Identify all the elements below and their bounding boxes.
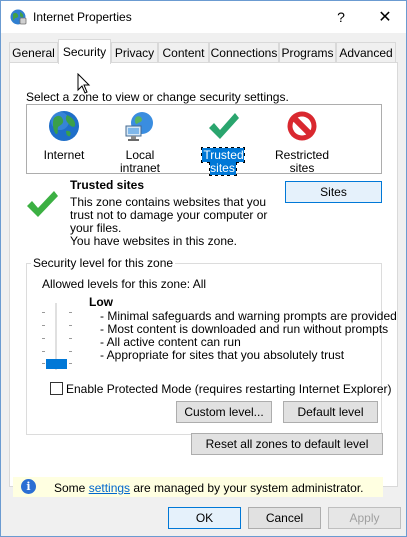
cancel-button[interactable]: Cancel: [248, 507, 321, 529]
zone-trusted-sites[interactable]: Trusted sites: [189, 109, 257, 176]
level-bullet-4: - Appropriate for sites that you absolut…: [100, 348, 345, 362]
zone-label-local-intranet: Local intranet: [119, 148, 161, 175]
zone-prompt: Select a zone to view or change security…: [26, 90, 289, 104]
info-text-before: Some: [54, 481, 89, 495]
tick: [69, 363, 72, 364]
window-title: Internet Properties: [33, 10, 132, 24]
globe-icon: [49, 111, 79, 141]
custom-level-button[interactable]: Custom level...: [176, 401, 272, 423]
zone-list: Internet Local intranet Trusted sites Re…: [26, 104, 382, 176]
security-level-name: Low: [89, 295, 113, 309]
tick: [69, 312, 72, 313]
tab-security[interactable]: Security: [58, 39, 111, 64]
tab-connections[interactable]: Connections: [209, 42, 279, 63]
default-level-button[interactable]: Default level: [283, 401, 378, 423]
zone-desc-line-4: You have websites in this zone.: [70, 234, 237, 248]
info-icon: i: [21, 479, 36, 494]
info-text-after: are managed by your system administrator…: [130, 481, 364, 495]
mouse-cursor-icon: [77, 73, 91, 94]
trusted-sites-large-check-icon: [27, 191, 58, 217]
sites-button[interactable]: Sites: [285, 181, 382, 203]
admin-info-text: Some settings are managed by your system…: [54, 481, 363, 495]
protected-mode-checkbox[interactable]: [50, 382, 63, 395]
tab-advanced[interactable]: Advanced: [336, 42, 396, 63]
zone-label-trusted-sites: Trusted sites: [189, 147, 257, 176]
ok-button[interactable]: OK: [168, 507, 241, 529]
tab-privacy[interactable]: Privacy: [111, 42, 158, 63]
apply-button[interactable]: Apply: [328, 507, 401, 529]
tick: [42, 363, 45, 364]
tick: [42, 351, 45, 352]
security-level-legend: Security level for this zone: [31, 256, 176, 270]
checkmark-icon: [209, 113, 239, 139]
network-icon: [125, 112, 153, 141]
tick: [42, 338, 45, 339]
slider-ticks-right: [69, 312, 73, 364]
security-level-slider-thumb[interactable]: [46, 359, 67, 369]
tab-content[interactable]: Content: [158, 42, 209, 63]
reset-all-zones-button[interactable]: Reset all zones to default level: [191, 433, 383, 455]
allowed-levels-label: Allowed levels for this zone: All: [42, 277, 207, 291]
zone-label-restricted-line2: sites: [289, 161, 315, 175]
tick: [69, 351, 72, 352]
zone-label-trusted-sites-text: Trusted sites: [201, 147, 245, 176]
slider-ticks-left: [42, 312, 46, 364]
zone-restricted-sites[interactable]: Restricted sites: [270, 109, 334, 175]
tick: [42, 312, 45, 313]
settings-link[interactable]: settings: [89, 481, 130, 495]
tick: [69, 325, 72, 326]
internet-properties-dialog: Internet Properties ? ✕ General Security…: [0, 0, 407, 537]
tab-general[interactable]: General: [9, 42, 58, 63]
admin-info-bar: i Some settings are managed by your syst…: [13, 477, 383, 497]
security-level-description: - Minimal safeguards and warning prompts…: [100, 310, 397, 362]
tick: [69, 338, 72, 339]
close-button[interactable]: ✕: [363, 1, 407, 33]
tab-programs[interactable]: Programs: [279, 42, 336, 63]
security-tab-panel: Select a zone to view or change security…: [9, 62, 398, 487]
restricted-icon: [287, 111, 317, 141]
zone-label-internet: Internet: [43, 148, 85, 162]
help-button[interactable]: ?: [319, 1, 363, 33]
selected-zone-description: This zone contains websites that you tru…: [70, 196, 270, 248]
protected-mode-label[interactable]: Enable Protected Mode (requires restarti…: [66, 382, 392, 396]
selected-zone-title: Trusted sites: [70, 178, 145, 192]
zone-label-restricted-sites: Restricted sites: [270, 149, 334, 175]
zone-internet[interactable]: Internet: [37, 109, 91, 162]
title-bar: Internet Properties ? ✕: [1, 1, 406, 33]
tick: [42, 325, 45, 326]
internet-options-icon: [10, 9, 27, 25]
zone-local-intranet[interactable]: Local intranet: [105, 109, 175, 175]
